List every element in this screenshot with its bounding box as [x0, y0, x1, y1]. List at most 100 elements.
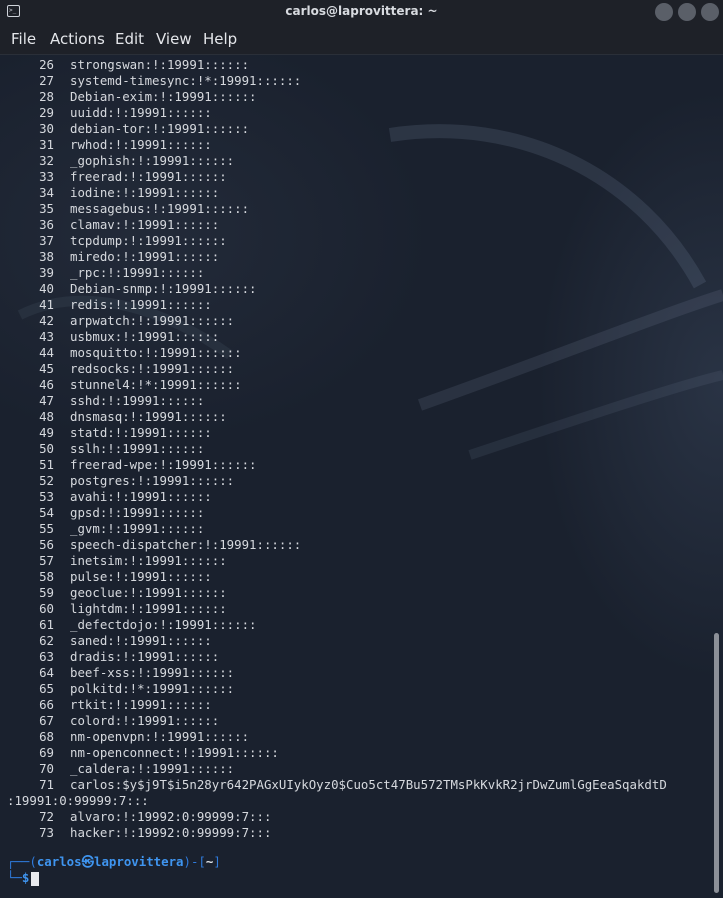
line-number: 30: [39, 121, 54, 136]
terminal-line: 60 lightdm:!:19991::::::: [0, 601, 723, 617]
line-number: 66: [39, 697, 54, 712]
line-text: _caldera:!:19991::::::: [70, 761, 235, 776]
line-text: _defectdojo:!:19991::::::: [70, 617, 257, 632]
minimize-button[interactable]: [655, 3, 673, 21]
line-number: 49: [39, 425, 54, 440]
line-number: 65: [39, 681, 54, 696]
line-number: 52: [39, 473, 54, 488]
terminal-line: 52 postgres:!:19991::::::: [0, 473, 723, 489]
terminal-line: 41 redis:!:19991::::::: [0, 297, 723, 313]
line-text: hacker:!:19992:0:99999:7:::: [70, 825, 272, 840]
prompt-line: ┌──(carlos㉿laprovittera)-[~]: [7, 854, 221, 869]
terminal-line: 47 sshd:!:19991::::::: [0, 393, 723, 409]
prompt-input-line[interactable]: └─$: [7, 870, 29, 886]
line-text: saned:!:19991::::::: [70, 633, 212, 648]
line-text: gpsd:!:19991::::::: [70, 505, 205, 520]
terminal-line: 61 _defectdojo:!:19991::::::: [0, 617, 723, 633]
line-text: rtkit:!:19991::::::: [70, 697, 212, 712]
line-text: redis:!:19991::::::: [70, 297, 212, 312]
line-text: iodine:!:19991::::::: [70, 185, 220, 200]
line-number: 62: [39, 633, 54, 648]
line-number: 59: [39, 585, 54, 600]
terminal-line: 28 Debian-exim:!:19991::::::: [0, 89, 723, 105]
terminal-line: 57 inetsim:!:19991::::::: [0, 553, 723, 569]
line-text: debian-tor:!:19991::::::: [70, 121, 250, 136]
terminal-line: 30 debian-tor:!:19991::::::: [0, 121, 723, 137]
line-text: avahi:!:19991::::::: [70, 489, 212, 504]
line-number: 47: [39, 393, 54, 408]
line-number: 61: [39, 617, 54, 632]
terminal-line: 71 carlos:$y$j9T$i5n28yr642PAGxUIykOyz0$C…: [0, 777, 723, 793]
line-number: 38: [39, 249, 54, 264]
line-text: stunnel4:!*:19991::::::: [70, 377, 242, 392]
line-number: 36: [39, 217, 54, 232]
terminal-line: 56 speech-dispatcher:!:19991::::::: [0, 537, 723, 553]
terminal-line: 26 strongswan:!:19991::::::: [0, 57, 723, 73]
terminal-line: 33 freerad:!:19991::::::: [0, 169, 723, 185]
terminal-line: 67 colord:!:19991::::::: [0, 713, 723, 729]
line-number: 64: [39, 665, 54, 680]
menu-actions[interactable]: Actions: [50, 30, 105, 48]
terminal-line: 63 dradis:!:19991::::::: [0, 649, 723, 665]
terminal-line: 27 systemd-timesync:!*:19991::::::: [0, 73, 723, 89]
line-text: _gvm:!:19991::::::: [70, 521, 205, 536]
line-number: 35: [39, 201, 54, 216]
menu-view[interactable]: View: [156, 30, 192, 48]
line-number: 53: [39, 489, 54, 504]
menu-bar: File Actions Edit View Help: [0, 24, 723, 55]
line-text: colord:!:19991::::::: [70, 713, 220, 728]
line-number: 60: [39, 601, 54, 616]
scrollbar[interactable]: [714, 633, 719, 893]
line-text: rwhod:!:19991::::::: [70, 137, 212, 152]
line-text: beef-xss:!:19991::::::: [70, 665, 235, 680]
line-text: systemd-timesync:!*:19991::::::: [70, 73, 302, 88]
terminal-output[interactable]: 26 strongswan:!:19991:::::: 27 systemd-time…: [0, 55, 723, 898]
line-text: freerad:!:19991::::::: [70, 169, 227, 184]
line-number: 69: [39, 745, 54, 760]
line-number: 32: [39, 153, 54, 168]
terminal-line: 68 nm-openvpn:!:19991::::::: [0, 729, 723, 745]
line-number: 58: [39, 569, 54, 584]
line-number: 37: [39, 233, 54, 248]
line-number: 40: [39, 281, 54, 296]
line-number: 31: [39, 137, 54, 152]
maximize-button[interactable]: [678, 3, 696, 21]
terminal-line: 43 usbmux:!:19991::::::: [0, 329, 723, 345]
line-text: postgres:!:19991::::::: [70, 473, 235, 488]
terminal-line: 55 _gvm:!:19991::::::: [0, 521, 723, 537]
menu-edit[interactable]: Edit: [115, 30, 144, 48]
line-number: 54: [39, 505, 54, 520]
terminal-line: 53 avahi:!:19991::::::: [0, 489, 723, 505]
line-number: 28: [39, 89, 54, 104]
prompt-symbol: $: [21, 870, 30, 885]
terminal-line: 50 sslh:!:19991::::::: [0, 441, 723, 457]
terminal-line: 72 alvaro:!:19992:0:99999:7:::: [0, 809, 723, 825]
terminal-line: 44 mosquitto:!:19991::::::: [0, 345, 723, 361]
line-text: statd:!:19991::::::: [70, 425, 212, 440]
terminal-line: 69 nm-openconnect:!:19991::::::: [0, 745, 723, 761]
line-number: 34: [39, 185, 54, 200]
line-text: messagebus:!:19991::::::: [70, 201, 250, 216]
title-bar: >_ carlos@laprovittera: ~: [0, 0, 723, 24]
terminal-line: 34 iodine:!:19991::::::: [0, 185, 723, 201]
line-text: inetsim:!:19991::::::: [70, 553, 227, 568]
terminal-line: 65 polkitd:!*:19991::::::: [0, 681, 723, 697]
line-text: sslh:!:19991::::::: [70, 441, 205, 456]
menu-help[interactable]: Help: [203, 30, 237, 48]
close-button[interactable]: [701, 3, 719, 21]
terminal-line: 29 uuidd:!:19991::::::: [0, 105, 723, 121]
line-number: 29: [39, 105, 54, 120]
line-text: lightdm:!:19991::::::: [70, 601, 227, 616]
line-text: _rpc:!:19991::::::: [70, 265, 205, 280]
terminal-line: 48 dnsmasq:!:19991::::::: [0, 409, 723, 425]
line-text: nm-openvpn:!:19991::::::: [70, 729, 250, 744]
line-number: 71: [39, 777, 54, 792]
terminal-line: 40 Debian-snmp:!:19991::::::: [0, 281, 723, 297]
line-number: 42: [39, 313, 54, 328]
terminal-line: 66 rtkit:!:19991::::::: [0, 697, 723, 713]
line-text: speech-dispatcher:!:19991::::::: [70, 537, 302, 552]
line-number: 57: [39, 553, 54, 568]
line-text: redsocks:!:19991::::::: [70, 361, 235, 376]
menu-file[interactable]: File: [11, 30, 36, 48]
terminal-line: 64 beef-xss:!:19991::::::: [0, 665, 723, 681]
